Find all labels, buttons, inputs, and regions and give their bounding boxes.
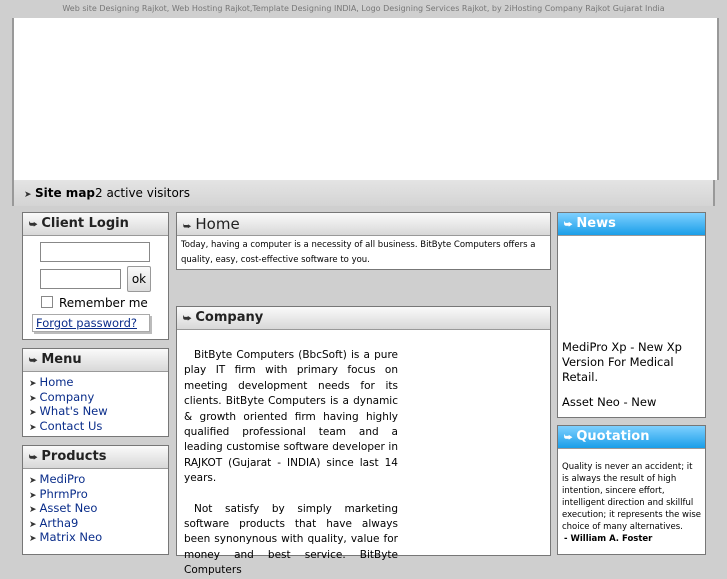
product-item-medipro[interactable]: ➤ MediPro (29, 472, 162, 487)
company-paragraph-2: Not satisfy by simply marketing software… (184, 502, 398, 577)
remember-label: Remember me (59, 296, 148, 310)
bullet-icon: ⮩ (29, 453, 38, 463)
bullet-icon: ⮩ (29, 356, 38, 366)
bullet-icon: ⮩ (29, 220, 38, 230)
news-title: News (576, 216, 616, 231)
menu-title: Menu (41, 352, 82, 367)
bullet-icon: ⮩ (564, 433, 573, 443)
menu-header: ⮩ Menu (23, 349, 168, 372)
arrow-icon: ➤ (29, 519, 37, 530)
arrow-icon: ➤ (29, 422, 37, 433)
arrow-icon: ➤ (29, 476, 37, 486)
product-item-artha9[interactable]: ➤ Artha9 (29, 516, 162, 531)
arrow-icon: ➤ (29, 490, 37, 501)
client-login-title: Client Login (41, 216, 129, 231)
news-header: ⮩ News (558, 213, 705, 236)
quotation-panel: ⮩ Quotation Quality is never an accident;… (557, 425, 706, 555)
quotation-title: Quotation (576, 429, 650, 444)
arrow-icon: ➤ (29, 505, 37, 515)
bullet-icon: ⮩ (183, 314, 192, 324)
ok-button[interactable]: ok (127, 266, 151, 292)
products-panel: ⮩ Products ➤ MediPro ➤ PhrmPro ➤ Asset Neo ➤… (22, 445, 169, 555)
password-input[interactable] (40, 269, 121, 289)
arrow-icon: ➤ (29, 379, 37, 389)
arrow-icon: ➤ (24, 190, 32, 200)
quotation-text: Quality is never an accident; it is alwa… (562, 462, 701, 532)
home-title: Home (195, 215, 240, 233)
header-banner (12, 18, 719, 180)
arrow-icon: ➤ (29, 408, 37, 418)
arrow-icon: ➤ (29, 393, 37, 404)
bullet-icon: ⮩ (564, 220, 573, 230)
bullet-icon: ⮩ (183, 222, 192, 232)
home-text: Today, having a computer is a necessity … (181, 240, 536, 265)
client-login-panel: ⮩ Client Login ok Remember me Forgot pass… (22, 212, 169, 340)
menu-item-home[interactable]: ➤ Home (29, 375, 162, 390)
quotation-author: - William A. Foster (564, 534, 653, 544)
menu-item-contact-us[interactable]: ➤ Contact Us (29, 419, 162, 434)
quotation-header: ⮩ Quotation (558, 426, 705, 449)
arrow-icon: ➤ (29, 534, 37, 544)
site-map-link[interactable]: Site map (35, 186, 95, 200)
news-item-2[interactable]: Asset Neo - New (562, 395, 702, 410)
company-header: ⮩ Company (177, 307, 550, 330)
home-panel: ⮩ Home Today, having a computer is a nece… (176, 212, 551, 270)
news-panel: ⮩ News MediPro Xp - New Xp Version For Me… (557, 212, 706, 418)
top-tagline: Web site Designing Rajkot, Web Hosting R… (0, 0, 727, 18)
menu-item-whats-new[interactable]: ➤ What's New (29, 404, 162, 419)
product-item-asset-neo[interactable]: ➤ Asset Neo (29, 501, 162, 516)
menu-item-company[interactable]: ➤ Company (29, 390, 162, 405)
company-paragraph-1: BitByte Computers (BbcSoft) is a pure pl… (184, 349, 398, 485)
remember-me[interactable]: Remember me (41, 296, 148, 310)
company-panel: ⮩ Company BitByte Computers (BbcSoft) is … (176, 306, 551, 576)
home-header: ⮩ Home (177, 213, 550, 236)
client-login-header: ⮩ Client Login (23, 213, 168, 236)
site-bar: ➤ Site map2 active visitors (12, 180, 715, 206)
forgot-password-link[interactable]: Forgot password? (32, 314, 150, 332)
products-header: ⮩ Products (23, 446, 168, 469)
menu-panel: ⮩ Menu ➤ Home ➤ Company ➤ What's New ➤ Contac… (22, 348, 169, 437)
username-input[interactable] (40, 242, 150, 262)
product-item-phrmpro[interactable]: ➤ PhrmPro (29, 487, 162, 502)
remember-checkbox[interactable] (41, 296, 53, 308)
news-item-1[interactable]: MediPro Xp - New Xp Version For Medical … (562, 340, 702, 385)
active-visitors: 2 active visitors (95, 186, 190, 200)
company-title: Company (195, 310, 264, 325)
product-item-matrix-neo[interactable]: ➤ Matrix Neo (29, 530, 162, 545)
products-title: Products (41, 449, 107, 464)
